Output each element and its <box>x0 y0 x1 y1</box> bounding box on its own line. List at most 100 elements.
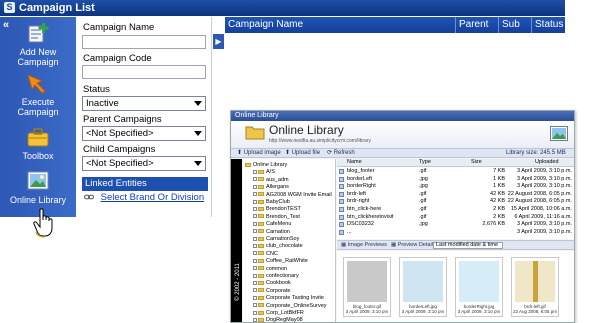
hand-cursor-icon <box>33 208 53 238</box>
tree-node[interactable]: Allergans <box>253 184 289 191</box>
sort-select[interactable]: Last modified date & time <box>433 242 503 249</box>
expand-toggle-icon[interactable] <box>253 310 257 315</box>
expand-toggle-icon[interactable] <box>253 169 257 174</box>
file-row[interactable]: brdr-left .gif 42 KB 22 August 2008, 6:05 p… <box>337 191 574 198</box>
expand-toggle-icon[interactable] <box>253 243 257 248</box>
expand-toggle-icon[interactable] <box>253 214 257 219</box>
linked-entities-header: Linked Entities <box>82 177 208 191</box>
column-size[interactable]: Size <box>471 159 482 165</box>
tree-node[interactable]: confectionary <box>253 273 299 280</box>
column-type[interactable]: Type <box>419 159 431 165</box>
expand-toggle-icon[interactable] <box>253 303 257 308</box>
tree-node[interactable]: Carnation <box>253 229 290 236</box>
tree-node-label: Carnation <box>266 228 290 235</box>
expand-panel-icon[interactable]: ▶ <box>213 34 224 49</box>
file-row[interactable]: brdr-right .gif 42 KB 22 August 2008, 6:05 … <box>337 198 574 205</box>
sidebar-item-online-library[interactable]: Online Library <box>0 169 76 205</box>
image-previews-tab[interactable]: ▦ Image Previews <box>341 241 387 250</box>
sidebar: « Add New Campaign Execute Campaign Tool… <box>0 17 76 217</box>
expand-toggle-icon[interactable] <box>253 258 257 263</box>
expand-toggle-icon[interactable] <box>253 177 257 182</box>
file-row[interactable]: borderRight .jpg 1 KB 3 April 2009, 3:10 p.… <box>337 183 574 190</box>
folder-icon <box>258 243 264 248</box>
tree-node[interactable]: BrendonTEST <box>253 206 301 213</box>
upload-file-button[interactable]: ⬆ Upload file <box>285 149 320 158</box>
sidebar-item-execute-campaign[interactable]: Execute Campaign <box>0 71 76 117</box>
expand-toggle-icon[interactable] <box>253 192 257 197</box>
file-row[interactable]: btn_clickheretovisit .gif 2 KB 6 April 2009… <box>337 214 574 221</box>
tree-node[interactable]: CafeMenu <box>253 221 291 228</box>
tree-node[interactable]: CNC <box>253 251 278 258</box>
column-campaign-name[interactable]: Campaign Name <box>225 17 455 33</box>
thumbnail[interactable]: borderLeft.jpg 3 April 2009, 3:10 pm <box>399 257 447 317</box>
folder-icon <box>258 184 264 189</box>
folder-icon <box>258 295 264 300</box>
file-row[interactable]: btn_click-here .gif 2 KB 15 April 2008, 10:… <box>337 206 574 213</box>
column-sub[interactable]: Sub <box>498 17 531 33</box>
tree-node[interactable]: Coffee_RatWhite <box>253 258 308 265</box>
tree-node[interactable]: Corp_LotBkfFR <box>253 310 304 317</box>
expand-toggle-icon[interactable] <box>253 251 257 256</box>
expand-toggle-icon[interactable] <box>253 273 257 278</box>
refresh-button[interactable]: ⟳ Refresh <box>327 149 355 158</box>
column-parent[interactable]: Parent <box>455 17 498 33</box>
tree-node[interactable]: A/S <box>253 169 275 176</box>
file-row[interactable]: DSC03232 .jpg 2,676 KB 3 April 2009, 3:10 p… <box>337 221 574 228</box>
file-icon <box>339 184 344 190</box>
sidebar-item-toolbox[interactable]: Toolbox <box>0 125 76 161</box>
tree-node[interactable]: Corporate_OnlineSurvey <box>253 303 327 310</box>
window-title: Campaign List <box>19 2 95 14</box>
file-name: btn_click-here <box>347 206 382 212</box>
tree-node[interactable]: Online Library <box>245 162 287 169</box>
tree-node[interactable]: CarnationSoy <box>253 236 299 243</box>
tree-node[interactable]: Corporate Tasting Invite <box>253 295 324 302</box>
expand-toggle-icon[interactable] <box>253 236 257 241</box>
parent-campaigns-select[interactable]: <Not Specified> <box>82 126 206 141</box>
tree-node[interactable]: AG2008 WGM Invite Email <box>253 192 332 199</box>
tree-node[interactable]: common <box>253 266 287 273</box>
tree-node[interactable]: Cookbook <box>253 280 291 287</box>
expand-toggle-icon[interactable] <box>253 295 257 300</box>
thumbnail-date: 3 April 2009, 3:10 pm <box>345 309 389 314</box>
expand-toggle-icon[interactable] <box>253 266 257 271</box>
tree-node-label: Allergans <box>266 184 289 191</box>
tree-node[interactable]: aus_adm <box>253 177 289 184</box>
status-select[interactable]: Inactive <box>82 96 206 111</box>
expand-toggle-icon[interactable] <box>253 229 257 234</box>
tree-node[interactable]: DogRegMay08 <box>253 317 303 322</box>
sidebar-item-add-new-campaign[interactable]: Add New Campaign <box>0 21 76 67</box>
expand-toggle-icon[interactable] <box>253 206 257 211</box>
thumbnail[interactable]: brdr-left.gif 22 Aug 2008, 6:05 pm <box>511 257 559 317</box>
file-icon <box>339 191 344 197</box>
expand-toggle-icon[interactable] <box>253 288 257 293</box>
file-row[interactable]: blog_footer .gif 7 KB 3 April 2009, 3:10 p.… <box>337 168 574 175</box>
select-brand-link[interactable]: Select Brand Or Division <box>101 192 204 203</box>
thumbnail[interactable]: borderRight.jpg 3 April 2009, 3:10 pm <box>455 257 503 317</box>
tree-node[interactable]: club_chocolate <box>253 243 303 250</box>
expand-toggle-icon[interactable] <box>253 221 257 226</box>
folder-icon <box>258 288 264 293</box>
tree-node[interactable]: Corporate <box>253 288 290 295</box>
column-uploaded[interactable]: Uploaded <box>535 159 559 165</box>
thumbnail[interactable]: blog_footer.gif 3 April 2009, 3:10 pm <box>343 257 391 317</box>
tree-node-label: Coffee_RatWhite <box>266 258 308 265</box>
upload-image-button[interactable]: ⬆ Upload image <box>237 149 281 158</box>
file-row[interactable]: borderLeft .jpg 1 KB 3 April 2009, 3:10 p.m… <box>337 176 574 183</box>
preview-details-tab[interactable]: ▦ Preview Details <box>391 241 436 250</box>
tree-node-label: BabyClub <box>266 199 290 205</box>
library-url: http://www.nestfia.au.simplicitycrm.com/… <box>269 138 371 144</box>
tree-node[interactable]: BabyClub <box>253 199 290 206</box>
expand-toggle-icon[interactable] <box>253 199 257 204</box>
file-row[interactable]: ... 3 April 2009, 3:10 p.m. <box>337 229 574 236</box>
expand-toggle-icon[interactable] <box>253 280 257 285</box>
campaign-code-input[interactable] <box>82 65 206 79</box>
select-brand-row[interactable]: Select Brand Or Division <box>83 192 204 203</box>
file-icon <box>339 222 344 228</box>
campaign-name-input[interactable] <box>82 35 206 49</box>
column-status[interactable]: Status <box>531 17 565 33</box>
expand-toggle-icon[interactable] <box>253 317 257 322</box>
expand-toggle-icon[interactable] <box>253 184 257 189</box>
column-name[interactable]: Name <box>347 159 362 165</box>
child-campaigns-select[interactable]: <Not Specified> <box>82 156 206 171</box>
tree-node[interactable]: Brendon_Test <box>253 214 300 221</box>
